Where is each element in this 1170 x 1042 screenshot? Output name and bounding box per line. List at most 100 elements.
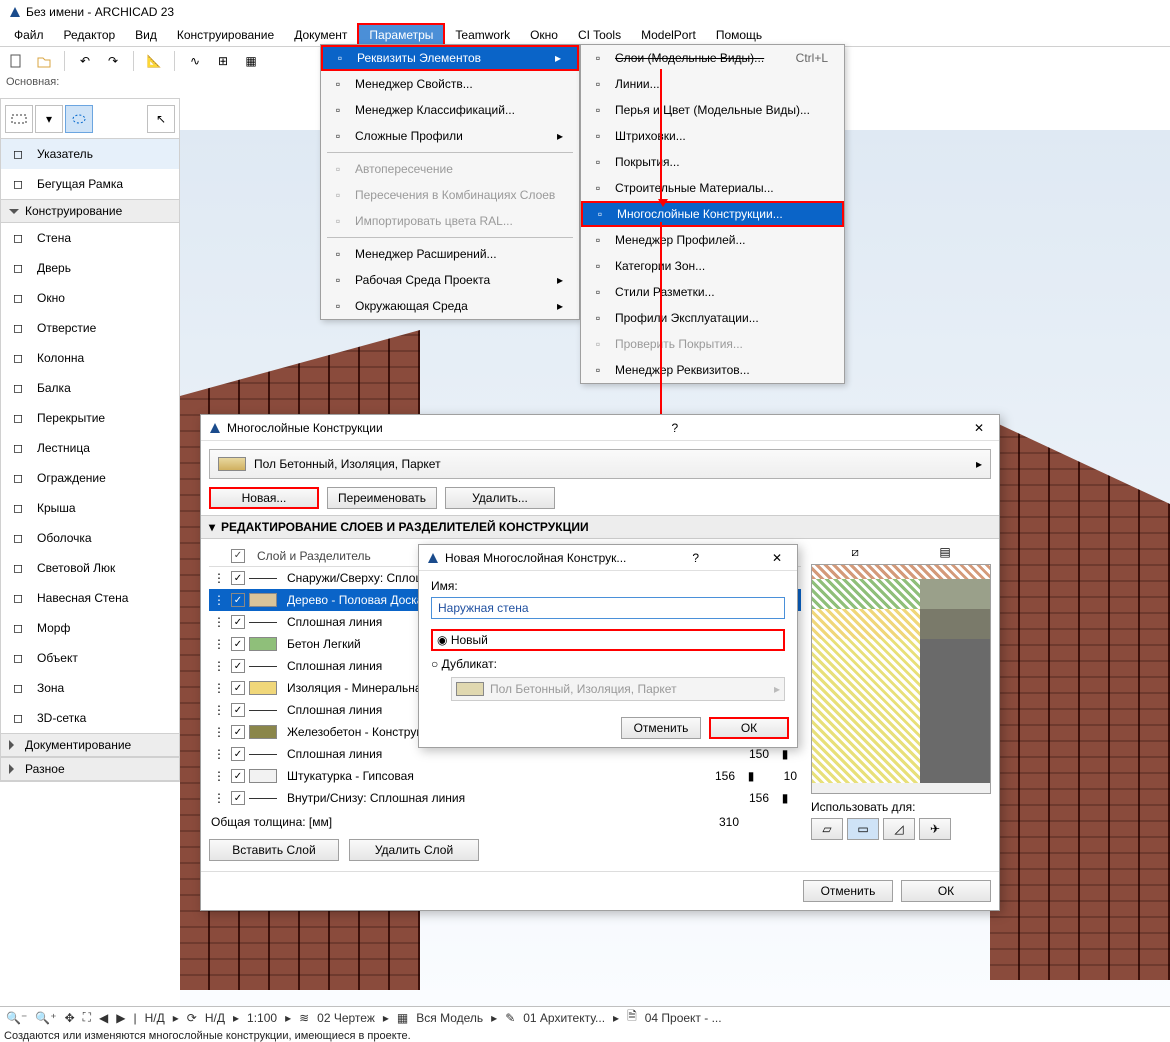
tool-Световой Люк[interactable]: ◻Световой Люк xyxy=(1,553,179,583)
menu-файл[interactable]: Файл xyxy=(4,25,54,45)
radio-new[interactable]: ◉ Новый xyxy=(433,631,492,649)
menu-item[interactable]: ▫Окружающая Среда xyxy=(321,293,579,319)
new-cancel-button[interactable]: Отменить xyxy=(621,717,701,739)
tool-Ограждение[interactable]: ◻Ограждение xyxy=(1,463,179,493)
section-Документирование[interactable]: Документирование xyxy=(1,733,179,757)
chevron-right-icon[interactable]: ▸ xyxy=(491,1011,497,1025)
tool-Перекрытие[interactable]: ◻Перекрытие xyxy=(1,403,179,433)
tool-Отверстие[interactable]: ◻Отверстие xyxy=(1,313,179,343)
section-Разное[interactable]: Разное xyxy=(1,757,179,781)
zoom-out-icon[interactable]: 🔍⁻ xyxy=(6,1011,27,1025)
section-Конструирование[interactable]: Конструирование xyxy=(1,199,179,223)
tool-Объект[interactable]: ◻Объект xyxy=(1,643,179,673)
marquee-single-more-icon[interactable]: ▾ xyxy=(35,105,63,133)
grid-icon[interactable]: ▦ xyxy=(239,49,263,73)
menu-item[interactable]: ▫Штриховки... xyxy=(581,123,844,149)
tool-Зона[interactable]: ◻Зона xyxy=(1,673,179,703)
use-slab-icon[interactable]: ▭ xyxy=(847,818,879,840)
composite-select[interactable]: Пол Бетонный, Изоляция, Паркет ▸ xyxy=(209,449,991,479)
marquee-lasso-icon[interactable] xyxy=(65,105,93,133)
tool-Крыша[interactable]: ◻Крыша xyxy=(1,493,179,523)
checkbox-icon[interactable]: ✓ xyxy=(231,637,245,651)
checkbox-icon[interactable]: ✓ xyxy=(231,571,245,585)
menu-item[interactable]: ▫Покрытия... xyxy=(581,149,844,175)
menu-item[interactable]: ▫Строительные Материалы... xyxy=(581,175,844,201)
tool-Стена[interactable]: ◻Стена xyxy=(1,223,179,253)
remove-skin-button[interactable]: Удалить Слой xyxy=(349,839,479,861)
tool-Балка[interactable]: ◻Балка xyxy=(1,373,179,403)
checkbox-icon[interactable]: ✓ xyxy=(231,725,245,739)
cancel-button[interactable]: Отменить xyxy=(803,880,893,902)
tool-Бегущая Рамка[interactable]: ◻Бегущая Рамка xyxy=(1,169,179,199)
menu-item[interactable]: ▫Менеджер Классификаций... xyxy=(321,97,579,123)
chevron-right-icon[interactable]: ▸ xyxy=(383,1011,389,1025)
guide-icon[interactable]: ∿ xyxy=(183,49,207,73)
menu-item[interactable]: ▫Менеджер Свойств... xyxy=(321,71,579,97)
checkbox-icon[interactable]: ✓ xyxy=(231,747,245,761)
next-icon[interactable]: ▶ xyxy=(116,1011,125,1025)
checkbox-icon[interactable]: ✓ xyxy=(231,791,245,805)
menu-документ[interactable]: Документ xyxy=(284,25,357,45)
undo-icon[interactable]: ↶ xyxy=(73,49,97,73)
checkbox-icon[interactable]: ✓ xyxy=(231,703,245,717)
tool-Лестница[interactable]: ◻Лестница xyxy=(1,433,179,463)
tool-Навесная Стена[interactable]: ◻Навесная Стена xyxy=(1,583,179,613)
checkbox-icon[interactable]: ✓ xyxy=(231,615,245,629)
tool-Окно[interactable]: ◻Окно xyxy=(1,283,179,313)
status-model[interactable]: Вся Модель xyxy=(416,1011,483,1025)
fit-icon[interactable]: ⛶ xyxy=(83,1010,91,1025)
menu-item[interactable]: ▫Менеджер Расширений... xyxy=(321,241,579,267)
arrow-select-icon[interactable]: ↖ xyxy=(147,105,175,133)
menu-item[interactable]: ▫Перья и Цвет (Модельные Виды)... xyxy=(581,97,844,123)
rename-button[interactable]: Переименовать xyxy=(327,487,437,509)
tool-Дверь[interactable]: ◻Дверь xyxy=(1,253,179,283)
tool-3D-сетка[interactable]: ◻3D-сетка xyxy=(1,703,179,733)
menu-помощь[interactable]: Помощь xyxy=(706,25,772,45)
new-ok-button[interactable]: ОК xyxy=(709,717,789,739)
menu-item[interactable]: ▫Стили Разметки... xyxy=(581,279,844,305)
redo-icon[interactable]: ↷ xyxy=(101,49,125,73)
menu-modelport[interactable]: ModelPort xyxy=(631,25,706,45)
chevron-right-icon[interactable]: ▸ xyxy=(233,1011,239,1025)
menu-редактор[interactable]: Редактор xyxy=(54,25,126,45)
menu-item[interactable]: ▫Многослойные Конструкции... xyxy=(581,201,844,227)
menu-item[interactable]: ▫Линии... xyxy=(581,71,844,97)
prev-icon[interactable]: ◀ xyxy=(99,1011,108,1025)
status-scale[interactable]: 1:100 xyxy=(247,1011,277,1025)
use-roof-icon[interactable]: ◿ xyxy=(883,818,915,840)
menu-окно[interactable]: Окно xyxy=(520,25,568,45)
menu-teamwork[interactable]: Teamwork xyxy=(445,25,520,45)
checkbox-icon[interactable]: ✓ xyxy=(231,659,245,673)
orient-icon[interactable]: ⟳ xyxy=(187,1011,197,1025)
line-row[interactable]: ⋮✓Внутри/Снизу: Сплошная линия156▮ xyxy=(209,787,801,809)
menu-item[interactable]: ▫Профили Эксплуатации... xyxy=(581,305,844,331)
help-icon[interactable]: ? xyxy=(672,421,679,435)
checkbox-icon[interactable]: ✓ xyxy=(231,593,245,607)
use-wall-icon[interactable]: ▱ xyxy=(811,818,843,840)
close-icon[interactable]: ✕ xyxy=(967,421,991,435)
checkbox-icon[interactable]: ✓ xyxy=(231,769,245,783)
section-header[interactable]: ▾РЕДАКТИРОВАНИЕ СЛОЕВ И РАЗДЕЛИТЕЛЕЙ КОН… xyxy=(201,515,999,539)
tool-Указатель[interactable]: ◻Указатель xyxy=(1,139,179,169)
chevron-right-icon[interactable]: ▸ xyxy=(173,1011,179,1025)
open-icon[interactable] xyxy=(32,49,56,73)
tool-Колонна[interactable]: ◻Колонна xyxy=(1,343,179,373)
insert-skin-button[interactable]: Вставить Слой xyxy=(209,839,339,861)
new-icon[interactable] xyxy=(4,49,28,73)
status-drawing[interactable]: 02 Чертеж xyxy=(317,1011,375,1025)
menu-item[interactable]: ▫Менеджер Реквизитов... xyxy=(581,357,844,383)
use-shell-icon[interactable]: ✈ xyxy=(919,818,951,840)
zoom-in-icon[interactable]: 🔍⁺ xyxy=(35,1011,56,1025)
menu-item[interactable]: ▫Слои (Модельные Виды)...Ctrl+L xyxy=(581,45,844,71)
marquee-single-icon[interactable] xyxy=(5,105,33,133)
menu-item[interactable]: ▫Менеджер Профилей... xyxy=(581,227,844,253)
help-icon[interactable]: ? xyxy=(692,551,699,565)
menu-item[interactable]: ▫Рабочая Среда Проекта xyxy=(321,267,579,293)
menu-вид[interactable]: Вид xyxy=(125,25,167,45)
checkbox-icon[interactable]: ✓ xyxy=(231,681,245,695)
snap-icon[interactable]: ⊞ xyxy=(211,49,235,73)
pan-icon[interactable]: ✥ xyxy=(65,1011,75,1025)
menu-ci tools[interactable]: CI Tools xyxy=(568,25,631,45)
chevron-right-icon[interactable]: ▸ xyxy=(285,1011,291,1025)
menu-item[interactable]: ▫Реквизиты Элементов xyxy=(321,45,579,71)
